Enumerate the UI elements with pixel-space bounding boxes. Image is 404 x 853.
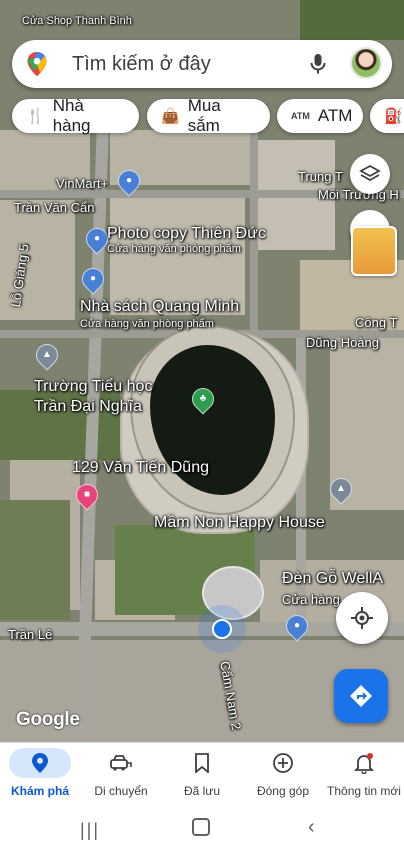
map-label-street: Trần Văn Cẩn <box>14 200 95 215</box>
bell-icon <box>353 753 375 774</box>
chip-label: ATM <box>317 106 353 125</box>
tab-updates[interactable]: Thông tin mới <box>324 743 404 811</box>
microphone-icon[interactable] <box>308 52 328 76</box>
layers-icon <box>359 164 381 182</box>
home-icon[interactable] <box>192 818 210 836</box>
bookmark-icon <box>195 753 209 773</box>
map-label-shop: Đèn Gỗ WellA <box>282 570 384 587</box>
google-watermark: Google <box>16 709 80 730</box>
commute-car-icon <box>110 755 132 771</box>
map-label-kindergarten: Mầm Non Happy House <box>154 514 325 531</box>
map-label-bookstore: Nhà sách Quang Minh <box>80 298 240 315</box>
map-label-photo-copy: Photo copy Thiên Đức <box>107 225 266 242</box>
chip-label: Mua sắm <box>187 96 221 135</box>
map-label-school: Trường Tiểu học <box>34 378 153 395</box>
chip-more[interactable]: ⛽ <box>370 99 404 133</box>
explore-pin-icon <box>32 753 48 773</box>
tab-label: Thông tin mới <box>327 784 401 798</box>
street-view-thumbnail[interactable] <box>351 226 397 276</box>
school-pin-icon[interactable]: ▲ <box>31 339 63 371</box>
map-label-street: Trần Lê <box>8 627 53 642</box>
tab-explore[interactable]: Khám phá <box>0 743 80 811</box>
status-bar <box>0 0 404 28</box>
tab-label: Di chuyển <box>94 784 148 798</box>
chip-atm[interactable]: ATM ATM <box>277 99 363 133</box>
directions-arrow-icon <box>350 685 372 707</box>
map-label-school: Trần Đại Nghĩa <box>34 398 142 415</box>
map-label-address: 129 Văn Tiến Dũng <box>72 459 209 476</box>
chip-shopping[interactable]: 👜 Mua sắm <box>147 96 270 135</box>
google-maps-logo-icon <box>27 52 47 77</box>
account-avatar[interactable] <box>350 47 382 79</box>
system-navigation-bar: ||| ‹ <box>0 810 404 853</box>
tab-contribute[interactable]: Đóng góp <box>243 743 323 811</box>
directions-button[interactable] <box>334 669 388 723</box>
chip-label: Nhà hàng <box>52 96 91 135</box>
recent-apps-icon[interactable]: ||| <box>80 820 100 841</box>
tab-saved[interactable]: Đã lưu <box>162 743 242 811</box>
map-label-sub: Cửa hàng văn phòng phẩm <box>80 318 214 330</box>
search-input[interactable] <box>72 52 302 76</box>
map-label: Công T <box>355 315 398 330</box>
fork-knife-icon: 🍴 <box>26 108 45 125</box>
chip-restaurants[interactable]: 🍴 Nhà hàng <box>12 96 139 135</box>
shopping-bag-icon: 👜 <box>161 108 180 125</box>
crosshair-icon <box>351 607 373 629</box>
map-label: Dũng Hoàng <box>306 335 379 350</box>
plaza <box>202 566 264 620</box>
tab-commute[interactable]: Di chuyển <box>81 743 161 811</box>
bottom-navigation: Khám phá Di chuyển Đã lưu Đóng góp Thông… <box>0 742 404 811</box>
tab-label: Đóng góp <box>256 784 310 798</box>
map-label-vinmart: VinMart+ <box>56 176 109 191</box>
tab-label: Đã lưu <box>183 784 221 798</box>
shopping-pin-icon[interactable]: ● <box>77 263 109 295</box>
add-circle-icon <box>273 753 293 773</box>
map-label: Trung T <box>298 169 343 184</box>
my-location-dot <box>212 619 232 639</box>
layers-button[interactable] <box>350 154 390 194</box>
back-icon[interactable]: ‹ <box>308 816 315 839</box>
map-label-sub: Cửa hàng văn phòng phẩm <box>107 243 241 255</box>
atm-icon: ATM <box>291 111 310 121</box>
search-bar[interactable] <box>12 40 392 88</box>
gas-station-icon: ⛽ <box>384 108 403 125</box>
map-label-sub: Cửa hàng <box>282 592 340 607</box>
tab-label: Khám phá <box>10 784 69 798</box>
my-location-button[interactable] <box>336 592 388 644</box>
